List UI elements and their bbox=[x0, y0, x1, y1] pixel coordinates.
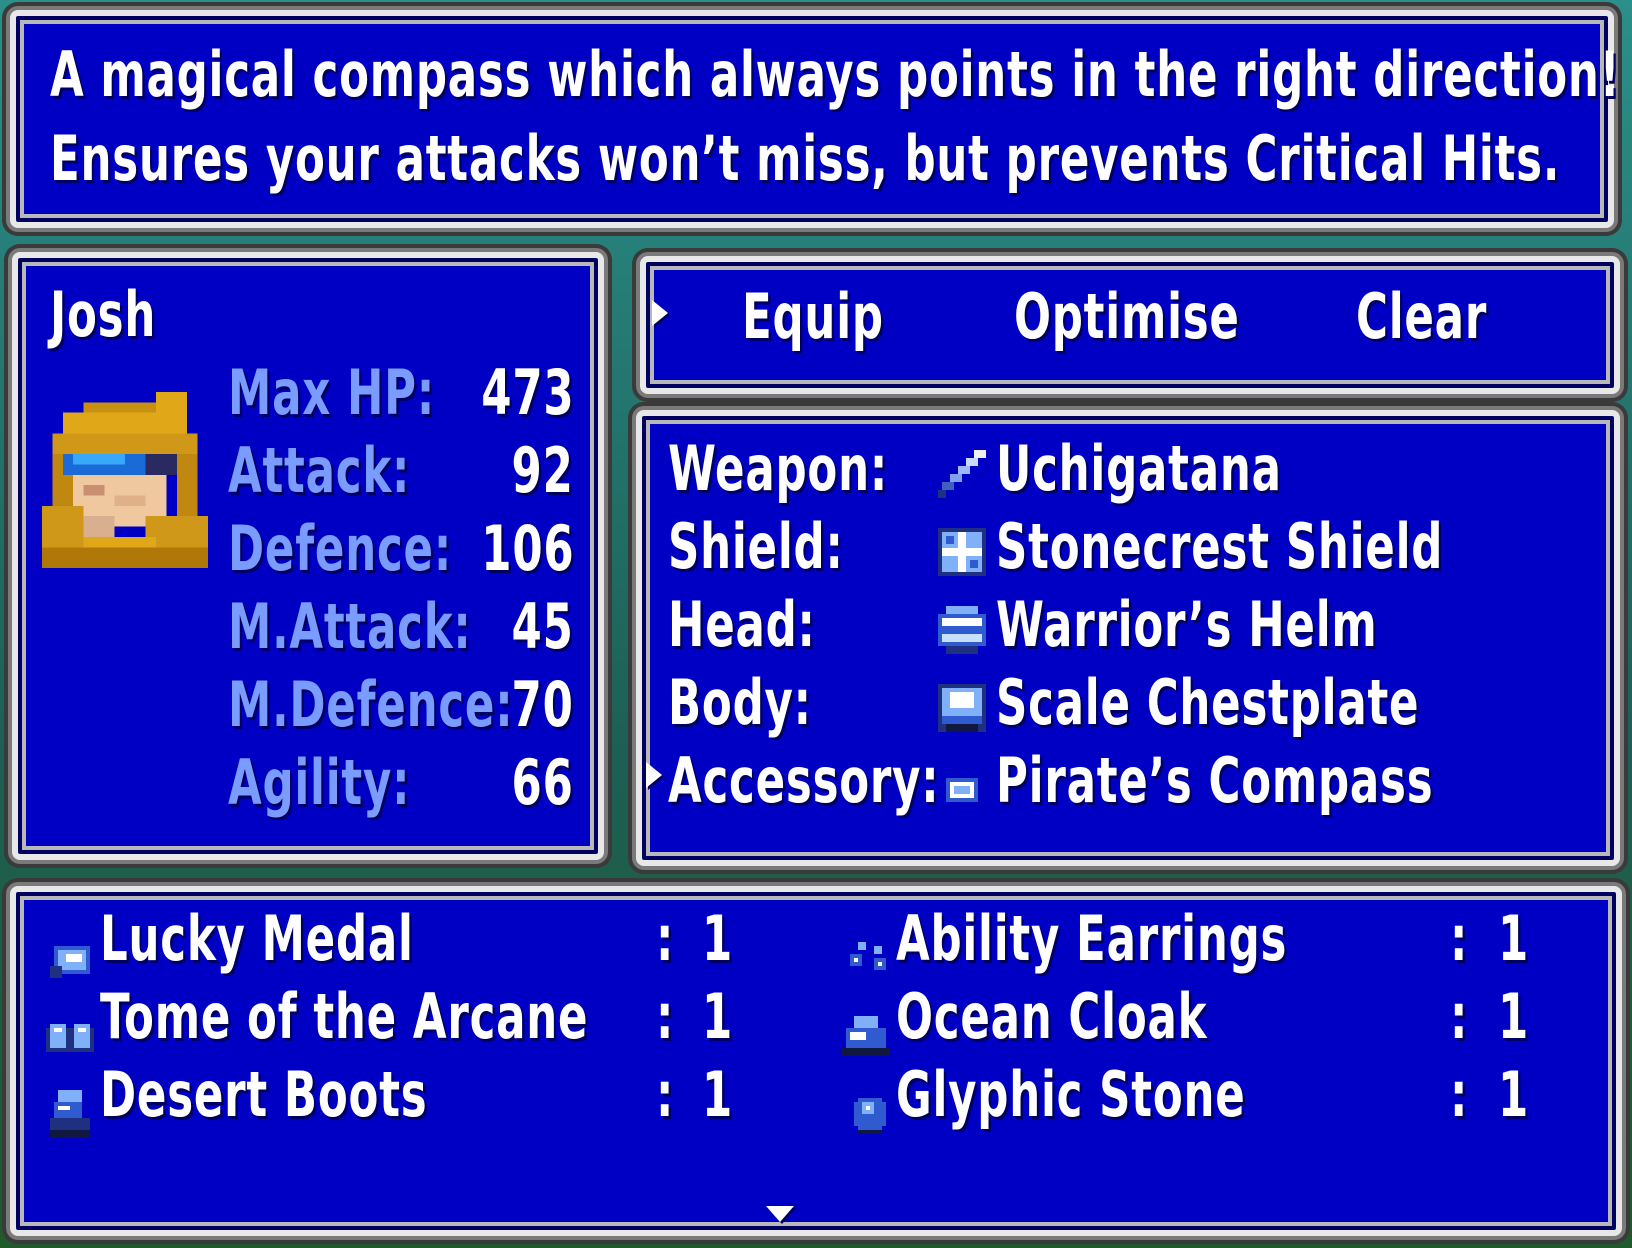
inventory-item-name: Tome of the Arcane bbox=[100, 980, 589, 1053]
item-accessory: Pirate’s Compass bbox=[996, 744, 1434, 817]
stat-label-m-defence: M.Defence: bbox=[228, 668, 514, 741]
inventory-item-name: Desert Boots bbox=[100, 1058, 428, 1131]
optimise-command[interactable]: Optimise bbox=[1014, 280, 1240, 353]
inventory-item-count: 1 bbox=[702, 902, 734, 975]
description-line-2: Ensures your attacks won’t miss, but pre… bbox=[50, 122, 1561, 195]
inventory-item-colon: : bbox=[1450, 1058, 1469, 1131]
stat-label-max-hp: Max HP: bbox=[228, 356, 436, 429]
compass-icon bbox=[946, 778, 978, 802]
slot-label-weapon: Weapon: bbox=[668, 432, 889, 505]
inventory-item-name: Ocean Cloak bbox=[896, 980, 1208, 1053]
stat-label-m-attack: M.Attack: bbox=[228, 590, 472, 663]
item-body: Scale Chestplate bbox=[996, 666, 1420, 739]
inventory-item-count: 1 bbox=[1498, 1058, 1530, 1131]
stone-icon bbox=[854, 1098, 886, 1134]
stat-label-agility: Agility: bbox=[228, 746, 411, 819]
equipment-window: Weapon: Uchigatana Shield: Stonecrest Sh… bbox=[636, 410, 1620, 866]
equip-command[interactable]: Equip bbox=[742, 280, 884, 353]
item-shield: Stonecrest Shield bbox=[996, 510, 1444, 583]
medal-icon bbox=[50, 946, 90, 978]
inventory-item-colon: : bbox=[1450, 980, 1469, 1053]
shield-icon bbox=[938, 528, 986, 576]
stat-value-defence: 106 bbox=[480, 512, 574, 585]
slot-label-body: Body: bbox=[668, 666, 812, 739]
clear-command[interactable]: Clear bbox=[1356, 280, 1487, 353]
inventory-item-colon: : bbox=[656, 1058, 675, 1131]
inventory-item-name: Ability Earrings bbox=[896, 902, 1288, 975]
inventory-item-count: 1 bbox=[702, 980, 734, 1053]
character-name: Josh bbox=[50, 278, 157, 351]
slot-label-accessory: Accessory: bbox=[668, 744, 940, 817]
stat-value-attack: 92 bbox=[511, 434, 574, 507]
description-window: A magical compass which always points in… bbox=[10, 10, 1620, 228]
item-weapon: Uchigatana bbox=[996, 432, 1282, 505]
sword-icon bbox=[938, 450, 986, 498]
slot-cursor-icon bbox=[646, 762, 662, 788]
inventory-item-count: 1 bbox=[1498, 980, 1530, 1053]
armor-icon bbox=[938, 684, 986, 732]
description-line-1: A magical compass which always points in… bbox=[50, 38, 1621, 111]
inventory-item-count: 1 bbox=[702, 1058, 734, 1131]
boots-icon bbox=[50, 1090, 90, 1138]
menu-cursor-icon bbox=[652, 300, 668, 326]
item-head: Warrior’s Helm bbox=[996, 588, 1378, 661]
hooded-warrior-portrait bbox=[42, 392, 208, 568]
tome-icon bbox=[46, 1024, 94, 1052]
character-window: Josh Max HP: 473 Attack: 92 Defence: 106… bbox=[12, 252, 604, 860]
stat-label-defence: Defence: bbox=[228, 512, 453, 585]
helm-icon bbox=[938, 606, 986, 654]
command-window: Equip Optimise Clear bbox=[640, 256, 1620, 394]
inventory-item-colon: : bbox=[1450, 902, 1469, 975]
stat-value-agility: 66 bbox=[511, 746, 574, 819]
slot-label-head: Head: bbox=[668, 588, 816, 661]
inventory-item-colon: : bbox=[656, 902, 675, 975]
inventory-item-colon: : bbox=[656, 980, 675, 1053]
inventory-window: Lucky Medal : 1 Ability Earrings : 1 Tom… bbox=[10, 886, 1622, 1236]
earrings-icon bbox=[850, 942, 886, 970]
slot-label-shield: Shield: bbox=[668, 510, 844, 583]
inventory-item-name: Lucky Medal bbox=[100, 902, 414, 975]
inventory-item-name: Glyphic Stone bbox=[896, 1058, 1246, 1131]
stat-label-attack: Attack: bbox=[228, 434, 411, 507]
cloak-icon bbox=[842, 1016, 890, 1056]
stat-value-m-attack: 45 bbox=[511, 590, 574, 663]
scroll-down-icon[interactable] bbox=[766, 1206, 794, 1222]
stat-value-m-defence: 70 bbox=[511, 668, 574, 741]
stat-value-max-hp: 473 bbox=[480, 356, 574, 429]
inventory-item-count: 1 bbox=[1498, 902, 1530, 975]
